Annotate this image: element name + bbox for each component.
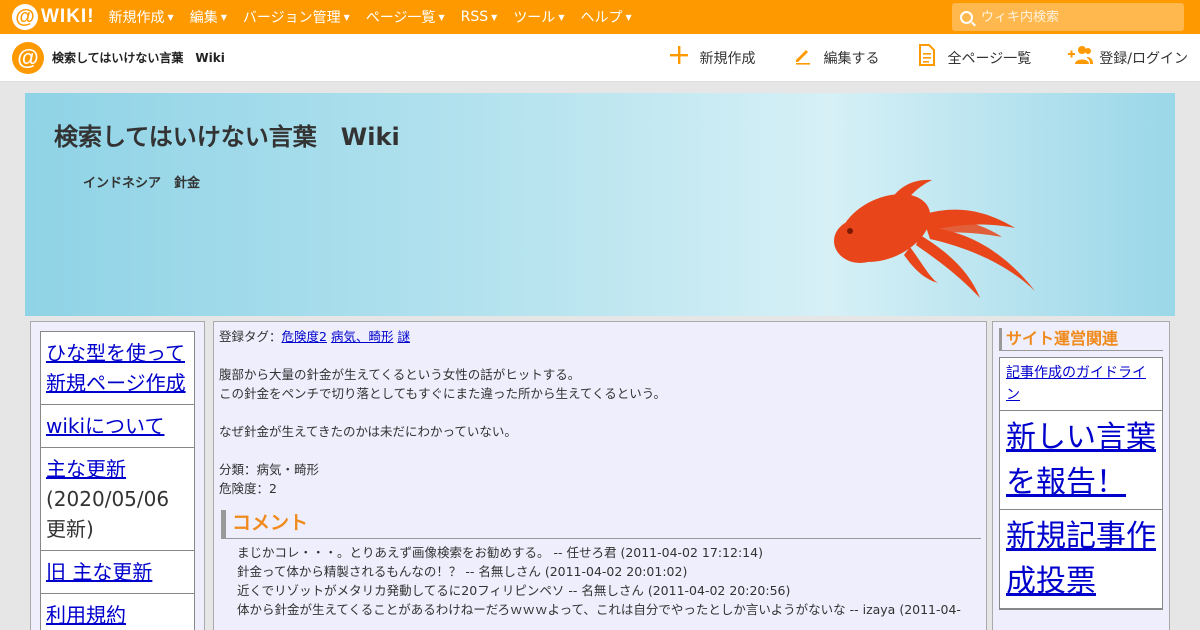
menu-new-label: 新規作成: [108, 10, 165, 26]
left-nav-item: 旧 主な更新: [41, 551, 194, 594]
search-input[interactable]: [981, 9, 1171, 25]
comment-heading: コメント: [221, 510, 981, 539]
left-nav-item: 利用規約: [41, 594, 194, 630]
document-icon: [916, 44, 938, 72]
site-logo-icon[interactable]: @: [12, 41, 44, 74]
edit-label: 編集する: [823, 51, 880, 67]
left-nav-old-updates-link[interactable]: 旧 主な更新: [46, 560, 152, 584]
content-area: ひな型を使って新規ページ作成 wikiについて 主な更新 (2020/05/06更…: [25, 316, 1175, 630]
site-header: @ 検索してはいけない言葉 Wiki 新規作成 編集する 全ページ一覧 登録/ロ…: [0, 34, 1200, 82]
left-nav-item: ひな型を使って新規ページ作成: [41, 332, 194, 405]
menu-pages-label: ページ一覧: [365, 10, 436, 26]
menu-rss-label: RSS: [460, 9, 489, 25]
plus-icon: [668, 45, 690, 71]
tag-line: 登録タグ：危険度2 病気、畸形 謎: [219, 327, 981, 346]
caret-down-icon: ▼: [625, 12, 632, 22]
menu-version-label: バージョン管理: [242, 10, 341, 26]
all-pages-label: 全ページ一覧: [947, 51, 1032, 67]
right-nav-item: 新規記事作成投票: [1000, 510, 1162, 609]
atwiki-logo-text: WIKI!: [41, 6, 95, 27]
page-title[interactable]: 検索してはいけない言葉 Wiki: [54, 117, 400, 152]
caret-down-icon: ▼: [220, 12, 227, 22]
right-sidebar: サイト運営関連 記事作成のガイドライン 新しい言葉を報告！ 新規記事作成投票: [992, 321, 1170, 630]
comment-item: まじかコレ・・・。とりあえず画像検索をお勧めする。 -- 任せろ君 (2011-…: [237, 543, 981, 562]
body-text: 腹部から大量の針金が生えてくるという女性の話がヒットする。: [219, 367, 581, 382]
menu-help-label: ヘルプ: [580, 10, 623, 26]
caret-down-icon: ▼: [343, 12, 350, 22]
menu-tools[interactable]: ツール ▼: [513, 7, 564, 27]
category-text: 分類：病気・畸形: [219, 462, 320, 477]
caret-down-icon: ▼: [558, 12, 565, 22]
left-nav-updates-date: (2020/05/06更新): [46, 487, 170, 541]
menu-edit-label: 編集: [189, 10, 218, 26]
report-new-word-link[interactable]: 新しい言葉を報告！: [1006, 420, 1156, 500]
menu-version[interactable]: バージョン管理 ▼: [243, 7, 350, 27]
caret-down-icon: ▼: [491, 12, 498, 22]
menu-edit[interactable]: 編集 ▼: [190, 7, 227, 27]
page-subtitle: インドネシア 針金: [83, 176, 201, 191]
danger-level-text: 危険度：2: [219, 481, 277, 496]
left-nav-template-link[interactable]: ひな型を使って新規ページ作成: [46, 341, 186, 395]
at-logo-icon: @: [12, 4, 38, 30]
tags-label: 登録タグ：: [219, 329, 282, 344]
wiki-banner: 検索してはいけない言葉 Wiki インドネシア 針金: [25, 93, 1175, 316]
menu-rss[interactable]: RSS ▼: [461, 9, 498, 25]
atwiki-logo[interactable]: @ WIKI!: [12, 4, 95, 30]
right-nav-item: 記事作成のガイドライン: [1000, 358, 1162, 411]
right-nav-menu: 記事作成のガイドライン 新しい言葉を報告！ 新規記事作成投票: [999, 357, 1163, 610]
login-button[interactable]: 登録/ログイン: [1067, 45, 1188, 71]
add-user-icon: [1067, 45, 1094, 71]
menu-help[interactable]: ヘルプ ▼: [580, 7, 631, 27]
new-page-label: 新規作成: [699, 51, 756, 67]
left-nav-item: 主な更新 (2020/05/06更新): [41, 448, 194, 551]
comment-item: 近くでリゾットがメタリカ発動してるに20フィリピンペソ -- 名無しさん (20…: [237, 581, 981, 600]
left-nav-terms-link[interactable]: 利用規約: [46, 603, 126, 627]
guideline-link[interactable]: 記事作成のガイドライン: [1006, 365, 1146, 403]
comment-item: 体から針金が生えてくることがあるわけねーだろｗｗｗよって、これは自分でやったとし…: [237, 600, 981, 619]
menu-tools-label: ツール: [513, 10, 556, 26]
left-nav-menu: ひな型を使って新規ページ作成 wikiについて 主な更新 (2020/05/06更…: [40, 331, 195, 630]
site-name[interactable]: 検索してはいけない言葉 Wiki: [52, 49, 225, 66]
body-text: この針金をペンチで切り落としてもすぐにまた違った所から生えてくるという。: [219, 386, 667, 401]
main-content: 登録タグ：危険度2 病気、畸形 謎 腹部から大量の針金が生えてくるという女性の話…: [213, 321, 987, 630]
global-menu: 新規作成 ▼ 編集 ▼ バージョン管理 ▼ ページ一覧 ▼ RSS ▼ ツール ▼ ヘルプ ▼: [109, 7, 648, 27]
site-actions: 新規作成 編集する 全ページ一覧 登録/ログイン: [632, 34, 1188, 82]
new-article-vote-link[interactable]: 新規記事作成投票: [1006, 519, 1156, 599]
right-nav-item: 新しい言葉を報告！: [1000, 411, 1162, 510]
caret-down-icon: ▼: [167, 12, 174, 22]
site-management-heading: サイト運営関連: [999, 328, 1163, 351]
left-sidebar: ひな型を使って新規ページ作成 wikiについて 主な更新 (2020/05/06更…: [30, 321, 205, 630]
body-text: なぜ針金が生えてきたのかは未だにわかっていない。: [219, 424, 517, 439]
all-pages-button[interactable]: 全ページ一覧: [916, 44, 1032, 72]
login-label: 登録/ログイン: [1099, 51, 1188, 67]
menu-pages[interactable]: ページ一覧 ▼: [366, 7, 445, 27]
new-page-button[interactable]: 新規作成: [668, 45, 756, 71]
comment-list: まじかコレ・・・。とりあえず画像検索をお勧めする。 -- 任せろ君 (2011-…: [219, 543, 981, 619]
left-nav-updates-link[interactable]: 主な更新: [46, 457, 126, 481]
comment-item: 針金って体から精製されるもんなの！？ -- 名無しさん (2011-04-02 …: [237, 562, 981, 581]
search-icon[interactable]: [960, 10, 973, 24]
global-header: @ WIKI! 新規作成 ▼ 編集 ▼ バージョン管理 ▼ ページ一覧 ▼ RSS ▼ ツ…: [0, 0, 1200, 34]
left-nav-item: wikiについて: [41, 405, 194, 448]
goldfish-illustration: [834, 179, 1035, 298]
edit-button[interactable]: 編集する: [792, 45, 880, 71]
tag-link[interactable]: 危険度2: [282, 329, 327, 344]
menu-new[interactable]: 新規作成 ▼: [109, 7, 174, 27]
left-nav-about-link[interactable]: wikiについて: [46, 414, 164, 438]
tag-link[interactable]: 謎: [397, 329, 410, 344]
tag-link[interactable]: 病気、畸形: [331, 329, 394, 344]
caret-down-icon: ▼: [438, 12, 445, 22]
wiki-search-box: [952, 3, 1184, 31]
pencil-icon: [792, 45, 814, 71]
